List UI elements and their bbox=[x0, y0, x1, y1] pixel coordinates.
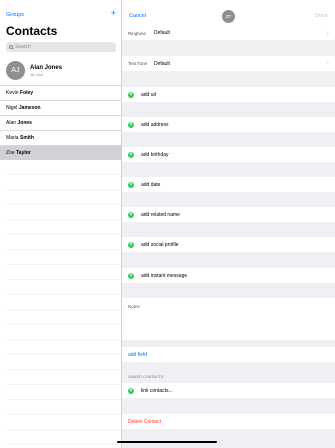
add-instant-message-cell[interactable]: + add instant message bbox=[122, 268, 335, 283]
ringtone-cell[interactable]: Ringtone Default › bbox=[122, 26, 335, 40]
add-circle-icon: + bbox=[128, 211, 134, 218]
add-address-cell[interactable]: + add address bbox=[122, 117, 335, 132]
contact-list: Kevin Foley Nigel Jameson Alan Jones Mar… bbox=[0, 85, 121, 160]
add-related-name-label: add related name bbox=[141, 211, 180, 218]
contact-row-maria-smith[interactable]: Maria Smith bbox=[0, 130, 121, 145]
done-button[interactable]: Done bbox=[315, 13, 328, 19]
my-card-name: Alan Jones bbox=[30, 65, 63, 71]
contact-last-name: Smith bbox=[20, 135, 34, 141]
search-input[interactable]: Search bbox=[6, 42, 116, 52]
contact-last-name: Foley bbox=[20, 90, 34, 96]
contacts-app: 10:40 100% Groups + Contacts Search AJ A… bbox=[0, 0, 335, 448]
add-address-label: add address bbox=[141, 121, 169, 128]
page-title: Contacts bbox=[6, 24, 58, 38]
contacts-sidebar: Groups + Contacts Search AJ Alan Jones M… bbox=[0, 0, 122, 448]
home-indicator[interactable] bbox=[117, 441, 217, 443]
notes-label: Notes bbox=[128, 304, 140, 309]
add-circle-icon: + bbox=[128, 121, 134, 128]
contact-row-zoe-taylor[interactable]: Zoe Taylor bbox=[0, 145, 121, 160]
my-card[interactable]: AJ Alan Jones My Card bbox=[0, 59, 121, 84]
add-contact-button[interactable]: + bbox=[111, 9, 116, 18]
add-field-button[interactable]: add field bbox=[122, 347, 335, 362]
link-contacts-label: link contacts... bbox=[141, 387, 173, 394]
delete-contact-label: Delete Contact bbox=[128, 418, 162, 425]
add-url-label: add url bbox=[141, 91, 157, 98]
contact-row-kevin-foley[interactable]: Kevin Foley bbox=[0, 85, 121, 100]
add-birthday-label: add birthday bbox=[141, 151, 169, 158]
add-date-label: add date bbox=[141, 181, 161, 188]
add-circle-icon: + bbox=[128, 387, 134, 394]
add-circle-icon: + bbox=[128, 151, 134, 158]
contact-last-name: Taylor bbox=[16, 150, 31, 156]
text-tone-value: Default bbox=[154, 60, 170, 67]
avatar: AJ bbox=[6, 61, 25, 80]
search-icon bbox=[9, 45, 13, 49]
add-url-cell[interactable]: + add url bbox=[122, 87, 335, 102]
add-circle-icon: + bbox=[128, 181, 134, 188]
add-field-label: add field bbox=[128, 351, 147, 358]
edit-contact-pane: Cancel ZT Done Ringtone Default › Text T… bbox=[122, 0, 335, 448]
ringtone-label: Ringtone bbox=[128, 30, 147, 36]
link-contacts-cell[interactable]: + link contacts... bbox=[122, 383, 335, 398]
empty-list-rows bbox=[6, 160, 121, 448]
add-circle-icon: + bbox=[128, 91, 134, 98]
contact-first-name: Kevin bbox=[6, 90, 19, 96]
notes-field[interactable]: Notes bbox=[122, 298, 335, 340]
linked-contacts-header: LINKED CONTACTS bbox=[128, 375, 164, 379]
text-tone-label: Text Tone bbox=[128, 61, 148, 66]
ringtone-value: Default bbox=[154, 30, 170, 36]
add-circle-icon: + bbox=[128, 272, 134, 279]
contact-first-name: Nigel bbox=[6, 105, 18, 111]
contact-first-name: Zoe bbox=[6, 150, 15, 156]
add-social-profile-label: add social profile bbox=[141, 241, 179, 248]
avatar[interactable]: ZT bbox=[222, 10, 235, 23]
cancel-button[interactable]: Cancel bbox=[129, 13, 146, 19]
add-birthday-cell[interactable]: + add birthday bbox=[122, 147, 335, 162]
contact-last-name: Jones bbox=[17, 120, 32, 126]
chevron-right-icon: › bbox=[326, 29, 329, 37]
add-related-name-cell[interactable]: + add related name bbox=[122, 207, 335, 222]
delete-contact-button[interactable]: Delete Contact bbox=[122, 414, 335, 429]
add-date-cell[interactable]: + add date bbox=[122, 177, 335, 192]
contact-first-name: Maria bbox=[6, 135, 19, 141]
add-social-profile-cell[interactable]: + add social profile bbox=[122, 237, 335, 252]
contact-row-nigel-jameson[interactable]: Nigel Jameson bbox=[0, 100, 121, 115]
chevron-right-icon: › bbox=[326, 60, 329, 67]
text-tone-cell[interactable]: Text Tone Default › bbox=[122, 56, 335, 71]
search-placeholder: Search bbox=[15, 44, 31, 50]
add-circle-icon: + bbox=[128, 241, 134, 248]
add-instant-message-label: add instant message bbox=[141, 272, 188, 279]
contact-first-name: Alan bbox=[6, 120, 17, 126]
contact-last-name: Jameson bbox=[18, 105, 41, 111]
groups-button[interactable]: Groups bbox=[6, 12, 24, 18]
contact-row-alan-jones[interactable]: Alan Jones bbox=[0, 115, 121, 130]
my-card-subtitle: My Card bbox=[30, 73, 44, 77]
